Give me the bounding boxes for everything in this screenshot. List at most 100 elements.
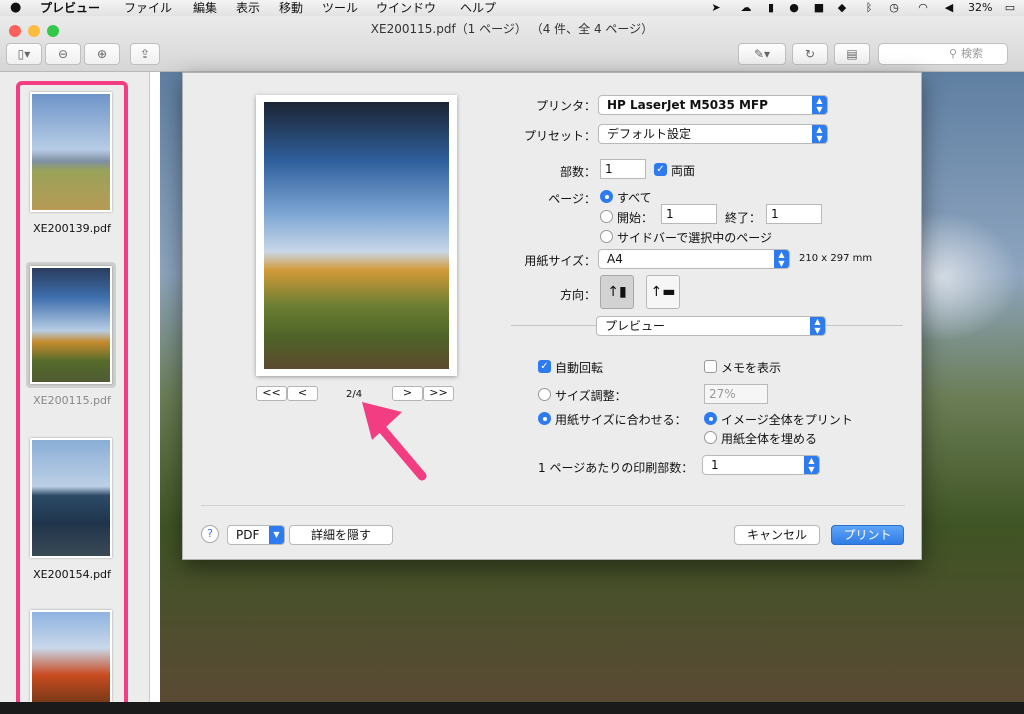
- menu-view[interactable]: 表示: [236, 0, 260, 16]
- show-notes-label: メモを表示: [721, 361, 782, 375]
- fill-paper-label: 用紙全体を埋める: [721, 432, 818, 446]
- status-circle-icon[interactable]: ●: [786, 1, 802, 15]
- scale-input[interactable]: 27%: [704, 384, 768, 404]
- app-options-select[interactable]: プレビュー ▲ ▼: [596, 316, 826, 336]
- window-titlebar: XE200115.pdf（1 ページ） （4 件、全 4 ページ） ▯▾ ⊖ ⊕…: [0, 16, 1024, 72]
- print-entire-image-radio[interactable]: [704, 412, 717, 425]
- battery-percent: 32%: [968, 1, 993, 14]
- per-page-value: 1: [711, 458, 719, 472]
- footer-divider: [201, 505, 905, 506]
- chevron-updown-icon: ▲ ▼: [774, 250, 789, 268]
- menu-edit[interactable]: 編集: [193, 0, 217, 16]
- pages-sidebar-radio[interactable]: [600, 230, 613, 243]
- sidebar-view-icon: ▯▾: [17, 47, 31, 61]
- menu-help[interactable]: ヘルプ: [460, 0, 496, 16]
- bluetooth-icon[interactable]: ᛒ: [862, 1, 876, 15]
- orientation-label: 方向：: [559, 288, 596, 302]
- paper-dimensions: 210 x 297 mm: [799, 253, 873, 264]
- zoom-in-button[interactable]: ⊕: [84, 43, 120, 65]
- paper-size-select[interactable]: A4 ▲ ▼: [598, 249, 790, 269]
- pages-range-radio[interactable]: [600, 210, 613, 223]
- fit-paper-radio[interactable]: [538, 412, 551, 425]
- first-page-button[interactable]: <<: [256, 386, 287, 401]
- print-preview-page: [256, 95, 457, 376]
- chevron-updown-icon: ▲ ▼: [810, 317, 825, 335]
- portrait-orientation-button[interactable]: ↑▮: [600, 275, 634, 309]
- duplex-label: 両面: [671, 164, 696, 178]
- share-icon: ⇪: [139, 47, 151, 61]
- markup-button[interactable]: ✎▾: [738, 43, 786, 65]
- contact-icon[interactable]: ■: [811, 1, 827, 15]
- copies-label: 部数：: [559, 165, 596, 179]
- status-arrow-icon[interactable]: ➤: [706, 1, 726, 15]
- duplex-checkbox[interactable]: ✓: [654, 163, 667, 176]
- sidebar-highlight-annotation: [16, 81, 128, 708]
- preset-label: プリセット：: [523, 129, 596, 143]
- search-field[interactable]: ⚲ 検索: [878, 43, 1008, 65]
- scale-radio[interactable]: [538, 388, 551, 401]
- to-label: 終了：: [725, 211, 762, 225]
- print-dialog: << < 2/4 > >> プリンタ： HP LaserJet M5035 MF…: [182, 72, 922, 560]
- chevron-updown-icon: ▲ ▼: [812, 96, 827, 114]
- from-label: 開始：: [617, 211, 654, 225]
- next-page-button[interactable]: >: [392, 386, 423, 401]
- search-icon: ⚲: [949, 47, 958, 60]
- search-placeholder: 検索: [961, 47, 983, 60]
- menu-tools[interactable]: ツール: [322, 0, 358, 16]
- preset-select[interactable]: デフォルト設定 ▲ ▼: [598, 124, 828, 144]
- battery-icon[interactable]: ▭: [1000, 1, 1020, 15]
- hide-details-button[interactable]: 詳細を隠す: [289, 525, 393, 545]
- zoom-out-icon: ⊖: [57, 47, 69, 61]
- wifi-icon[interactable]: ◠: [914, 1, 932, 15]
- window-title: XE200115.pdf（1 ページ） （4 件、全 4 ページ）: [370, 22, 654, 36]
- toolbox-button[interactable]: ▤: [834, 43, 870, 65]
- status-cloud-icon[interactable]: ☁: [736, 1, 756, 15]
- pages-label: ページ：: [548, 192, 596, 206]
- fill-paper-radio[interactable]: [704, 431, 717, 444]
- copies-input[interactable]: 1: [600, 159, 646, 179]
- previous-page-button[interactable]: <: [287, 386, 318, 401]
- copies-per-page-select[interactable]: 1 ▲ ▼: [702, 455, 820, 475]
- fit-paper-label: 用紙サイズに合わせる：: [555, 413, 687, 427]
- paper-size-value: A4: [607, 252, 623, 266]
- show-notes-checkbox[interactable]: [704, 360, 717, 373]
- app-options-value: プレビュー: [605, 319, 666, 333]
- time-machine-icon[interactable]: ◷: [886, 1, 902, 15]
- menu-go[interactable]: 移動: [279, 0, 303, 16]
- chevron-down-icon: ▼: [269, 526, 284, 544]
- share-button[interactable]: ⇪: [130, 43, 160, 65]
- sidebar-toggle-button[interactable]: ▯▾: [6, 43, 42, 65]
- menu-file[interactable]: ファイル: [124, 0, 172, 16]
- help-button[interactable]: ?: [201, 525, 219, 543]
- volume-icon[interactable]: ◀: [942, 1, 956, 15]
- bookmark-icon[interactable]: ▮: [764, 1, 778, 15]
- dropbox-icon[interactable]: ◆: [834, 1, 850, 15]
- cancel-button[interactable]: キャンセル: [734, 525, 820, 545]
- print-button[interactable]: プリント: [831, 525, 904, 545]
- dock-edge: [0, 702, 1024, 714]
- paper-size-label: 用紙サイズ：: [524, 254, 596, 268]
- auto-rotate-checkbox[interactable]: ✓: [538, 360, 551, 373]
- landscape-orientation-button[interactable]: ↑▬: [646, 275, 680, 309]
- pages-all-radio[interactable]: [600, 190, 613, 203]
- apple-menu-icon[interactable]: ●: [10, 0, 21, 16]
- pages-sidebar-label: サイドバーで選択中のページ: [617, 231, 773, 245]
- pointer-arrow-annotation: [362, 402, 427, 481]
- rotate-button[interactable]: ↻: [792, 43, 828, 65]
- last-page-button[interactable]: >>: [423, 386, 454, 401]
- auto-rotate-label: 自動回転: [555, 361, 604, 375]
- from-page-input[interactable]: 1: [661, 204, 717, 224]
- pdf-menu-button[interactable]: PDF ▼: [227, 525, 285, 545]
- printer-select[interactable]: HP LaserJet M5035 MFP ▲ ▼: [598, 95, 828, 115]
- print-entire-image-label: イメージ全体をプリント: [721, 413, 853, 427]
- toolbox-icon: ▤: [846, 47, 858, 61]
- menu-window[interactable]: ウインドウ: [376, 0, 436, 16]
- to-page-input[interactable]: 1: [766, 204, 822, 224]
- app-menu[interactable]: プレビュー: [40, 0, 100, 16]
- page-indicator: 2/4: [346, 389, 363, 400]
- preview-photo: [264, 102, 449, 369]
- chevron-updown-icon: ▲ ▼: [812, 125, 827, 143]
- per-page-label: 1 ページあたりの印刷部数：: [538, 461, 694, 475]
- rotate-icon: ↻: [804, 47, 816, 61]
- zoom-out-button[interactable]: ⊖: [45, 43, 81, 65]
